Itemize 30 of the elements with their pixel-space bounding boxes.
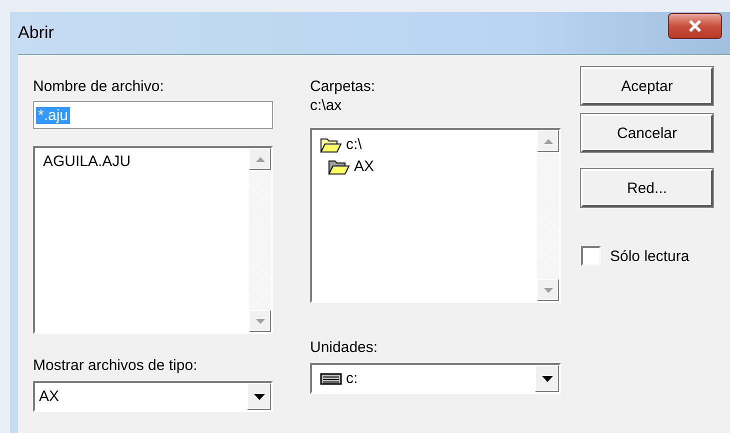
down-arrow-icon <box>544 288 552 292</box>
file-type-label: Mostrar archivos de tipo: <box>33 356 198 376</box>
up-arrow-icon <box>256 156 264 162</box>
folder-item[interactable]: AX <box>328 156 374 178</box>
current-folder-path: c:\ax <box>310 97 343 114</box>
dialog-button[interactable]: Red... <box>581 169 713 207</box>
file-list[interactable]: AGUILA.AJU <box>33 146 273 334</box>
scroll-bar[interactable] <box>249 148 271 332</box>
dropdown-arrow-icon <box>254 394 264 400</box>
up-arrow-icon <box>544 138 552 144</box>
down-arrow-icon <box>256 318 264 324</box>
close-icon <box>688 20 702 32</box>
scroll-bar[interactable] <box>537 130 559 301</box>
window-title: Abrir <box>18 23 54 43</box>
file-type-dropdown[interactable]: AX <box>33 381 273 412</box>
read-only-checkbox[interactable] <box>581 246 601 266</box>
drives-label: Unidades: <box>310 338 379 358</box>
file-name-value: *.aju <box>36 106 70 124</box>
dropdown-arrow-icon <box>542 376 552 382</box>
dialog-button[interactable]: Aceptar <box>581 67 713 105</box>
drives-dropdown[interactable]: c: <box>310 363 561 394</box>
folder-item[interactable]: c:\ <box>320 134 362 156</box>
drive-icon <box>320 372 342 384</box>
file-item[interactable]: AGUILA.AJU <box>43 152 131 172</box>
dialog-button[interactable]: Cancelar <box>581 114 713 152</box>
folders-label: Carpetas: <box>310 77 376 97</box>
folder-list[interactable]: c:\ AX <box>310 128 561 303</box>
read-only-label: Sólo lectura <box>610 248 690 264</box>
close-button[interactable] <box>668 13 722 39</box>
file-name-label: Nombre de archivo: <box>33 77 165 97</box>
